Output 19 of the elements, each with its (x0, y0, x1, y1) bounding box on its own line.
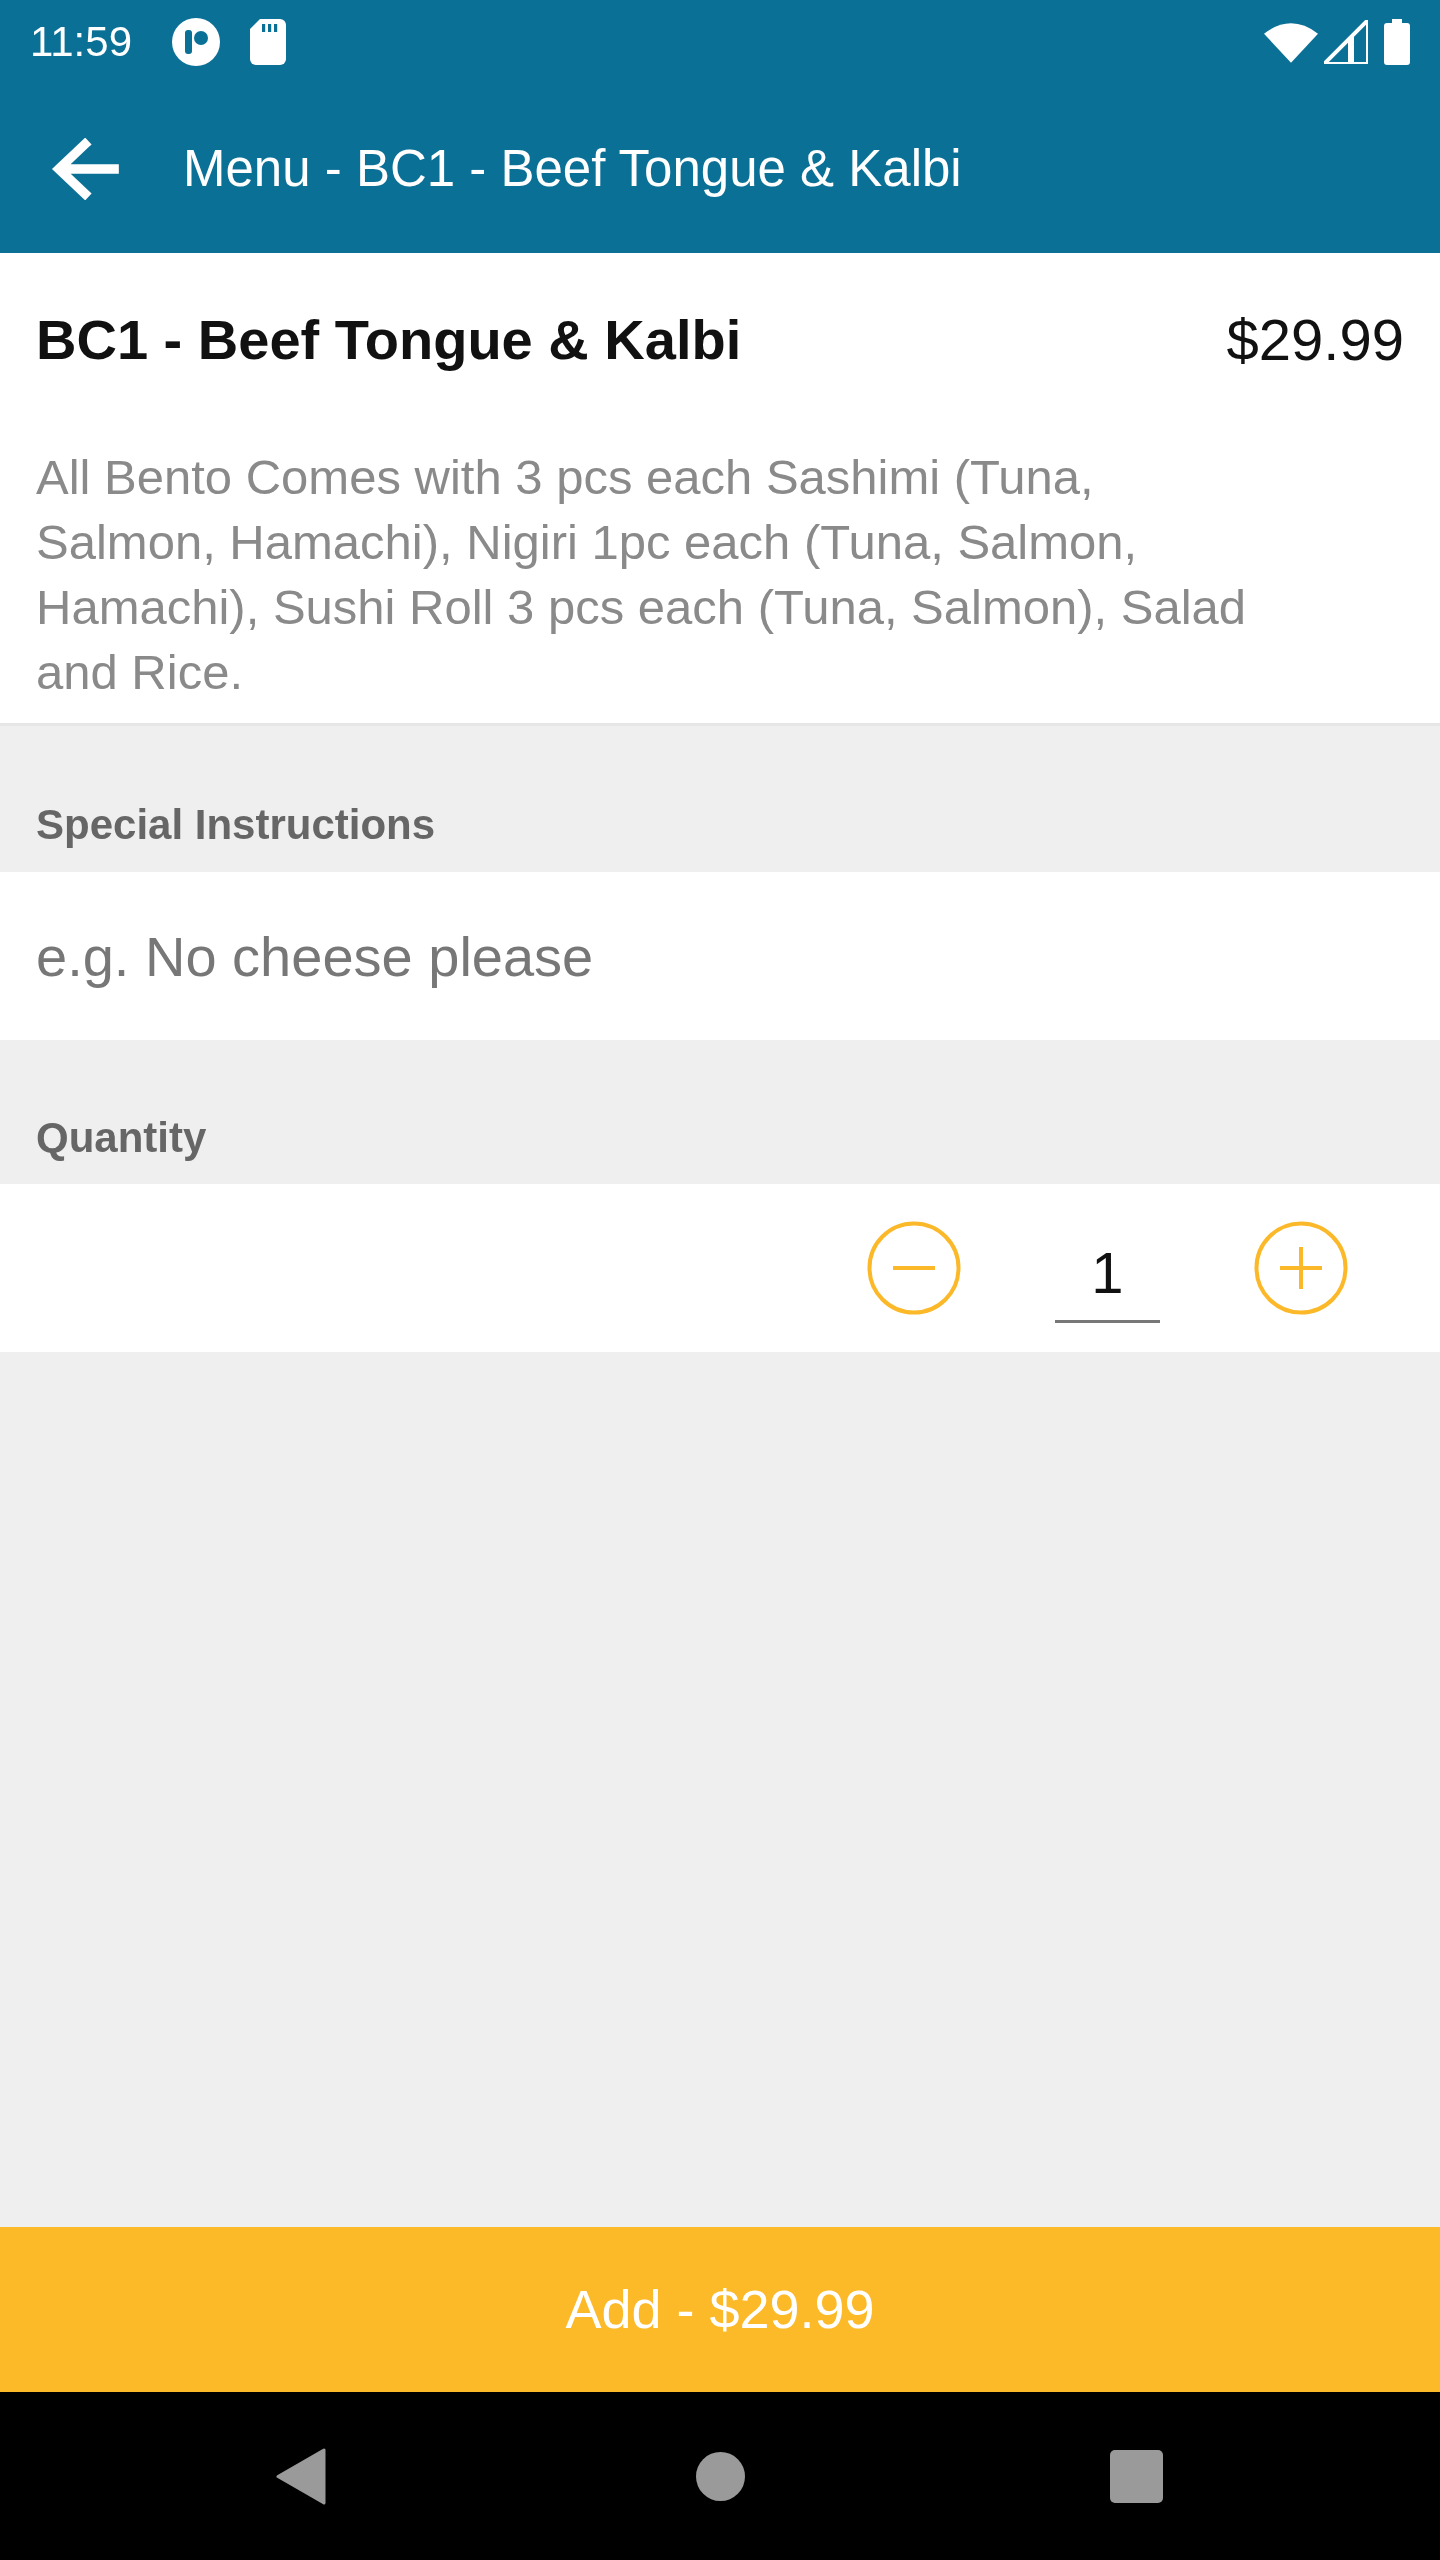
quantity-field[interactable]: 1 (1055, 1213, 1160, 1323)
plus-circle-icon (1254, 1221, 1348, 1315)
wifi-icon (1264, 21, 1318, 63)
item-price: $29.99 (1226, 306, 1404, 374)
home-circle-icon[interactable] (696, 2451, 745, 2501)
special-instructions-field[interactable]: e.g. No cheese please (0, 872, 1440, 1040)
back-arrow-icon (50, 137, 120, 200)
special-instructions-label: Special Instructions (36, 800, 437, 850)
status-time: 11:59 (30, 21, 132, 63)
app-notification-icon (172, 18, 220, 66)
recents-square-icon[interactable] (1110, 2449, 1163, 2503)
sd-card-icon (250, 19, 286, 65)
item-description: All Bento Comes with 3 pcs each Sashimi (Tuna, Salmon, Hamachi), Nigiri 1pc each (Tuna, Salmon, Hamachi), Sushi Roll 3 pcs each (Tuna, Salmon), Salad and Rice. (36, 449, 1248, 701)
minus-circle-icon (867, 1221, 961, 1315)
quantity-label: Quantity (36, 1113, 208, 1163)
signal-icon (1324, 20, 1368, 64)
item-name: BC1 - Beef Tongue & Kalbi (36, 307, 742, 373)
back-triangle-icon[interactable] (276, 2447, 326, 2505)
battery-icon (1384, 19, 1410, 65)
